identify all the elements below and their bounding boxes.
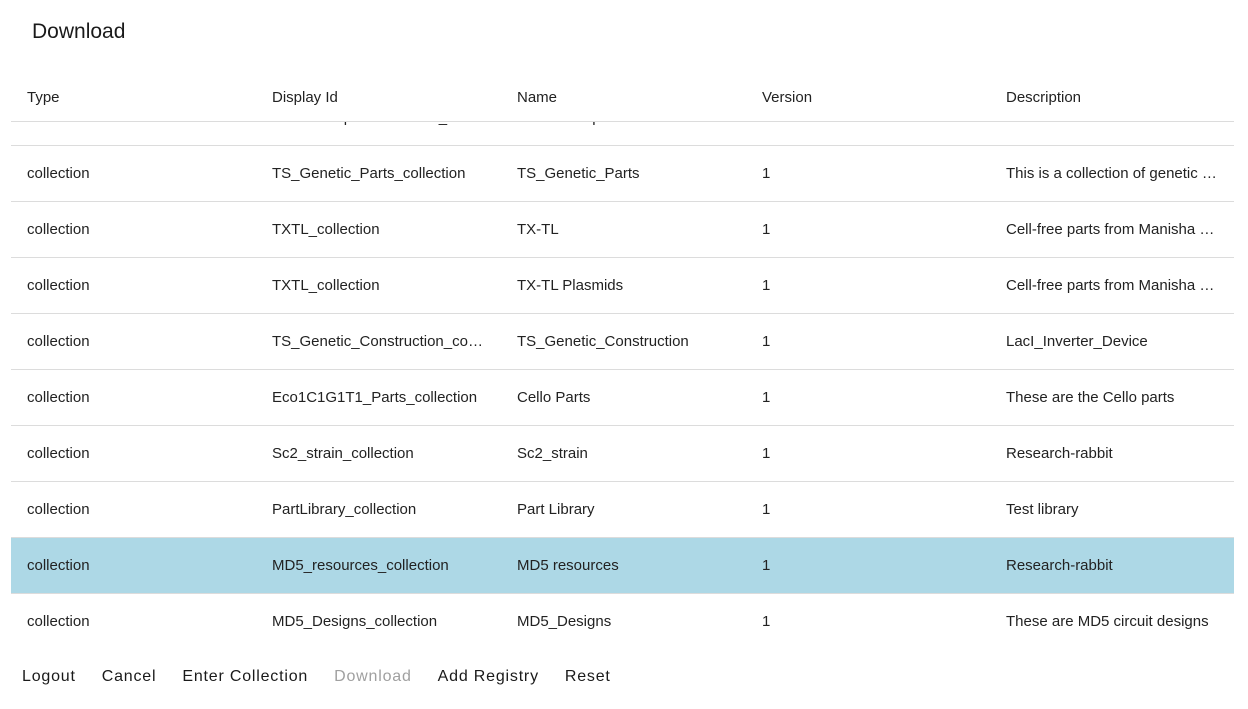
cell-name: MD5 resources [517, 557, 619, 574]
cell-name: Cello Parts [517, 389, 591, 406]
cell-description: Cell-free parts from Manisha … [1006, 221, 1215, 238]
cell-display-id: TS_Genetic_Parts_collection [272, 165, 466, 182]
cell-version: 1 [762, 613, 771, 630]
column-header-name[interactable]: Name [501, 85, 746, 106]
column-header-display-id[interactable]: Display Id [256, 85, 501, 106]
table-row[interactable]: collection PartLibrary_collection Part Lib… [11, 482, 1234, 538]
cell-name: Sc2_strain [517, 445, 588, 462]
cell-description: Cell-free parts from Manisha … [1006, 277, 1215, 294]
table-row[interactable]: collection TS_Genetic_Parts_collection TS_… [11, 146, 1234, 202]
cell-description: Research-rabbit [1006, 445, 1113, 462]
download-dialog: Download Type Display Id Name Version De… [0, 0, 1248, 709]
download-button: Download [334, 664, 412, 690]
cell-description: Test library [1006, 501, 1079, 518]
enter-collection-button[interactable]: Enter Collection [182, 664, 308, 690]
add-registry-button[interactable]: Add Registry [438, 664, 539, 690]
cell-display-id: TXTL_collection [272, 277, 380, 294]
cell-display-id: Sc2_strain_collection [272, 445, 414, 462]
reset-button[interactable]: Reset [565, 664, 611, 690]
cell-version: 1 [762, 389, 771, 406]
table-row[interactable]: collection Sc2_strain_collection Sc2_strai… [11, 426, 1234, 482]
column-header-type[interactable]: Type [11, 85, 256, 106]
cell-display-id: MD5_Designs_collection [272, 613, 438, 630]
collections-table[interactable]: Type Display Id Name Version Description… [11, 70, 1234, 648]
cell-description: This is a collection of genetic … [1006, 165, 1217, 182]
cell-version: 1 [762, 557, 771, 574]
cell-type: collection [27, 165, 90, 182]
table-row[interactable]: collection TS_Genetic_Construction_co… TS_… [11, 314, 1234, 370]
cell-type: collection [27, 501, 90, 518]
table-header: Type Display Id Name Version Description [11, 70, 1234, 122]
cell-type: collection [27, 445, 90, 462]
cell-description: These are the Cello parts [1006, 389, 1175, 406]
cell-type: collection [27, 389, 90, 406]
cell-type: collection [27, 613, 90, 630]
cell-version: 1 [762, 221, 771, 238]
cell-name: MD5_Designs [517, 613, 612, 630]
cell-name: TX-TL [517, 221, 559, 238]
dialog-actions: Logout Cancel Enter Collection Download … [22, 664, 637, 690]
table-row[interactable]: collection MD5_Designs_collection MD5_Desi… [11, 594, 1234, 648]
cell-description: These are MD5 circuit designs [1006, 613, 1209, 630]
table-row[interactable]: collection Eco1C1G1T1_Parts_collection Cel… [11, 370, 1234, 426]
cell-description: Research-rabbit [1006, 557, 1113, 574]
logout-button[interactable]: Logout [22, 664, 76, 690]
cell-display-id: TXTL_collection [272, 221, 380, 238]
cell-name: TX-TL Plasmids [517, 277, 624, 294]
cell-name: TS_Genetic_Construction [517, 333, 689, 350]
table-body: collectionSBOLCompliantSoftware_collecti… [11, 90, 1234, 648]
cell-description: LacI_Inverter_Device [1006, 333, 1148, 350]
cell-display-id: TS_Genetic_Construction_co… [272, 333, 483, 350]
table-row-selected[interactable]: collection MD5_resources_collection MD5 re… [11, 538, 1234, 594]
cell-version: 1 [762, 445, 771, 462]
cell-type: collection [27, 221, 90, 238]
column-header-description[interactable]: Description [990, 85, 1234, 106]
cell-version: 1 [762, 165, 771, 182]
cell-type: collection [27, 557, 90, 574]
cell-type: collection [27, 333, 90, 350]
cell-version: 1 [762, 277, 771, 294]
table-row[interactable]: collection TXTL_collection TX-TL 1 Cell-free… [11, 202, 1234, 258]
cancel-button[interactable]: Cancel [102, 664, 157, 690]
cell-name: Part Library [517, 501, 595, 518]
dialog-title: Download [32, 20, 126, 43]
cell-type: collection [27, 277, 90, 294]
cell-name: TS_Genetic_Parts [517, 165, 640, 182]
cell-display-id: Eco1C1G1T1_Parts_collection [272, 389, 478, 406]
cell-version: 1 [762, 501, 771, 518]
cell-display-id: MD5_resources_collection [272, 557, 449, 574]
cell-display-id: PartLibrary_collection [272, 501, 417, 518]
column-header-version[interactable]: Version [746, 85, 990, 106]
cell-version: 1 [762, 333, 771, 350]
table-row[interactable]: collection TXTL_collection TX-TL Plasmids 1… [11, 258, 1234, 314]
